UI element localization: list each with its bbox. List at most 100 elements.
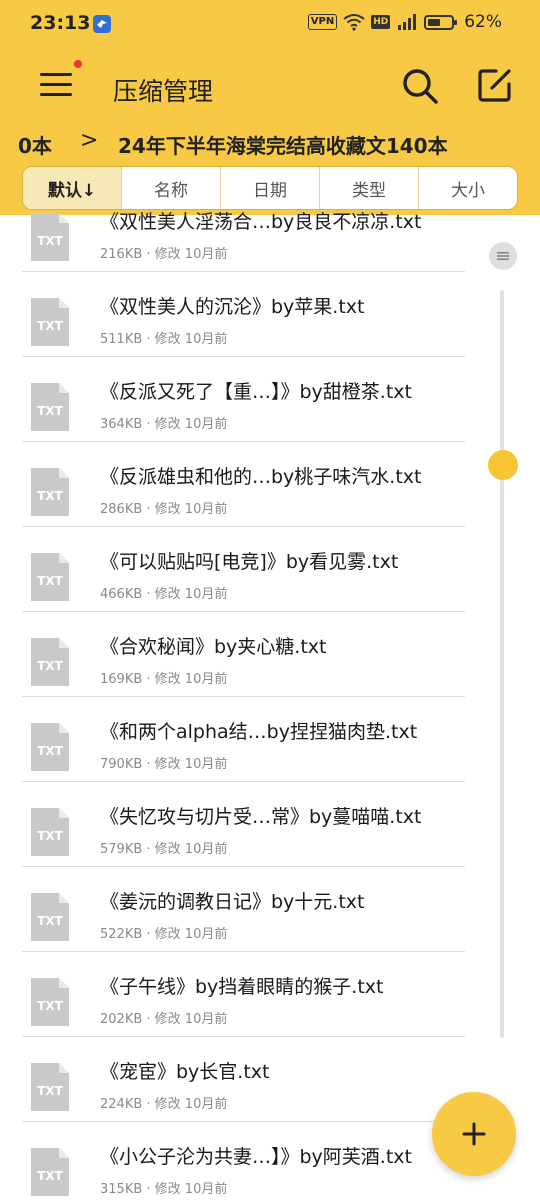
file-row[interactable]: TXT 《子午线》by挡着眼睛的猴子.txt 202KB · 修改 10月前	[22, 952, 465, 1037]
lines-icon	[497, 252, 509, 260]
file-row[interactable]: TXT 《失忆攻与切片受…常》by蔓喵喵.txt 579KB · 修改 10月前	[22, 782, 465, 867]
hd-badge: HD	[371, 15, 391, 29]
file-type-label: TXT	[37, 234, 63, 248]
file-meta: 169KB · 修改 10月前	[100, 668, 227, 687]
sort-tab-type[interactable]: 类型	[319, 167, 418, 209]
battery-percent: 62%	[464, 12, 502, 32]
meta-separator: ·	[142, 757, 155, 772]
scrollbar-thumb[interactable]	[488, 450, 518, 480]
txt-file-icon: TXT	[31, 978, 69, 1026]
file-meta: 579KB · 修改 10月前	[100, 838, 227, 857]
file-modified: 修改 10月前	[154, 1012, 228, 1027]
file-meta: 790KB · 修改 10月前	[100, 753, 227, 772]
file-row[interactable]: TXT 《小公子沦为共妻…】》by阿芙酒.txt 315KB · 修改 10月前	[22, 1122, 465, 1200]
sort-bar: 默认↓ 名称 日期 类型 大小	[22, 166, 518, 210]
file-meta: 224KB · 修改 10月前	[100, 1093, 227, 1112]
file-row[interactable]: TXT 《双性美人的沉沦》by苹果.txt 511KB · 修改 10月前	[22, 272, 465, 357]
file-modified: 修改 10月前	[154, 417, 228, 432]
file-name: 《双性美人淫荡合…by良良不凉凉.txt	[100, 212, 422, 233]
file-type-label: TXT	[37, 1084, 63, 1098]
file-row[interactable]: TXT 《宠宦》by长官.txt 224KB · 修改 10月前	[22, 1037, 465, 1122]
edit-icon[interactable]	[476, 66, 514, 104]
sort-tab-default[interactable]: 默认↓	[23, 167, 121, 209]
file-name: 《合欢秘闻》by夹心糖.txt	[100, 636, 327, 658]
add-button[interactable]	[432, 1092, 516, 1176]
sort-tab-size[interactable]: 大小	[418, 167, 517, 209]
meta-separator: ·	[142, 247, 155, 262]
status-time: 23:13	[30, 12, 91, 34]
file-size: 522KB	[100, 927, 143, 942]
menu-icon[interactable]	[40, 70, 74, 100]
file-meta: 522KB · 修改 10月前	[100, 923, 227, 942]
meta-separator: ·	[142, 1182, 155, 1197]
meta-separator: ·	[142, 842, 155, 857]
breadcrumb-current[interactable]: 24年下半年海棠完结高收藏文140本	[118, 130, 448, 159]
vpn-badge: VPN	[307, 14, 338, 30]
file-type-label: TXT	[37, 744, 63, 758]
txt-file-icon: TXT	[31, 638, 69, 686]
file-meta: 315KB · 修改 10月前	[100, 1178, 227, 1197]
scrollbar-track[interactable]	[500, 290, 504, 1038]
file-row[interactable]: TXT 《反派又死了【重…】》by甜橙茶.txt 364KB · 修改 10月前	[22, 357, 465, 442]
sort-tab-date[interactable]: 日期	[220, 167, 319, 209]
file-type-label: TXT	[37, 1169, 63, 1183]
file-row[interactable]: TXT 《和两个alpha结…by捏捏猫肉垫.txt 790KB · 修改 10月前	[22, 697, 465, 782]
sort-tab-name[interactable]: 名称	[121, 167, 220, 209]
battery-icon	[424, 14, 458, 30]
page-title: 压缩管理	[113, 77, 214, 106]
txt-file-icon: TXT	[31, 298, 69, 346]
meta-separator: ·	[142, 332, 155, 347]
meta-separator: ·	[142, 927, 155, 942]
file-meta: 286KB · 修改 10月前	[100, 498, 227, 517]
status-right: VPN HD 62%	[307, 12, 502, 32]
file-row[interactable]: TXT 《合欢秘闻》by夹心糖.txt 169KB · 修改 10月前	[22, 612, 465, 697]
file-meta: 466KB · 修改 10月前	[100, 583, 227, 602]
file-name: 《可以贴贴吗[电竞]》by看见雾.txt	[100, 551, 399, 573]
file-meta: 216KB · 修改 10月前	[100, 243, 227, 262]
file-size: 511KB	[100, 332, 143, 347]
file-modified: 修改 10月前	[154, 1097, 228, 1112]
file-name: 《姜沅的调教日记》by十元.txt	[100, 891, 365, 913]
file-row[interactable]: TXT 《双性美人淫荡合…by良良不凉凉.txt 216KB · 修改 10月前	[22, 212, 465, 272]
app-bar: 压缩管理	[0, 48, 540, 128]
file-type-label: TXT	[37, 999, 63, 1013]
file-meta: 511KB · 修改 10月前	[100, 328, 227, 347]
meta-separator: ·	[142, 1097, 155, 1112]
file-name: 《反派又死了【重…】》by甜橙茶.txt	[100, 381, 412, 403]
txt-file-icon: TXT	[31, 893, 69, 941]
file-modified: 修改 10月前	[154, 332, 228, 347]
status-bar: 23:13 VPN HD 62%	[0, 0, 540, 48]
file-list: TXT 《双性美人淫荡合…by良良不凉凉.txt 216KB · 修改 10月前 TX…	[0, 212, 540, 1200]
file-type-label: TXT	[37, 319, 63, 333]
file-modified: 修改 10月前	[154, 927, 228, 942]
txt-file-icon: TXT	[31, 808, 69, 856]
file-size: 224KB	[100, 1097, 143, 1112]
file-size: 286KB	[100, 502, 143, 517]
breadcrumb: 0本 > 24年下半年海棠完结高收藏文140本	[0, 128, 540, 160]
file-row[interactable]: TXT 《姜沅的调教日记》by十元.txt 522KB · 修改 10月前	[22, 867, 465, 952]
file-modified: 修改 10月前	[154, 757, 228, 772]
file-size: 216KB	[100, 247, 143, 262]
file-name: 《和两个alpha结…by捏捏猫肉垫.txt	[100, 721, 418, 743]
file-size: 202KB	[100, 1012, 143, 1027]
app-bird-icon	[93, 15, 111, 33]
file-meta: 364KB · 修改 10月前	[100, 413, 227, 432]
file-size: 579KB	[100, 842, 143, 857]
file-name: 《宠宦》by长官.txt	[100, 1061, 270, 1083]
txt-file-icon: TXT	[31, 723, 69, 771]
file-modified: 修改 10月前	[154, 842, 228, 857]
breadcrumb-previous[interactable]: 0本	[18, 130, 52, 159]
txt-file-icon: TXT	[31, 213, 69, 261]
breadcrumb-separator: >	[80, 128, 99, 153]
file-modified: 修改 10月前	[154, 247, 228, 262]
file-size: 790KB	[100, 757, 143, 772]
plus-icon	[462, 1122, 486, 1146]
search-icon[interactable]	[400, 66, 440, 106]
scroll-top-handle[interactable]	[489, 242, 517, 270]
txt-file-icon: TXT	[31, 553, 69, 601]
file-type-label: TXT	[37, 914, 63, 928]
meta-separator: ·	[142, 502, 155, 517]
file-row[interactable]: TXT 《可以贴贴吗[电竞]》by看见雾.txt 466KB · 修改 10月前	[22, 527, 465, 612]
file-row[interactable]: TXT 《反派雄虫和他的…by桃子味汽水.txt 286KB · 修改 10月前	[22, 442, 465, 527]
file-size: 315KB	[100, 1182, 143, 1197]
